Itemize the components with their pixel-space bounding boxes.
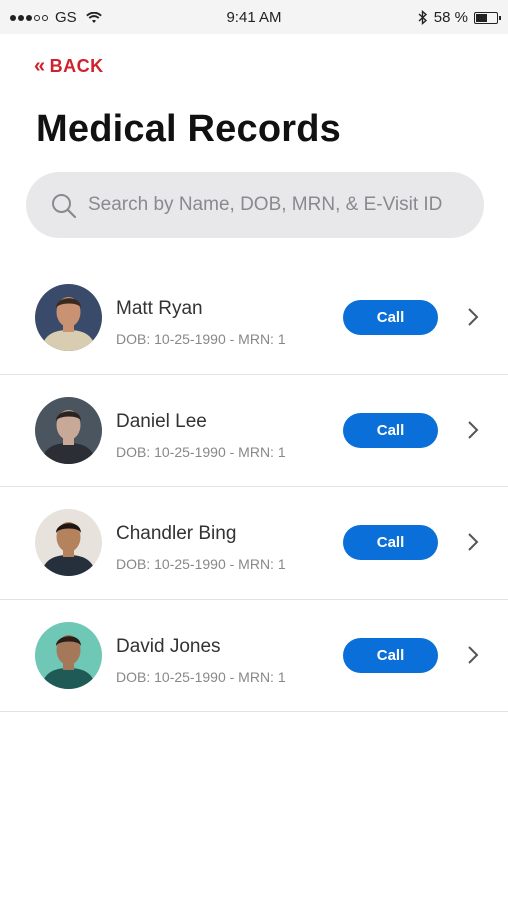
patient-details: DOB: 10-25-1990 - MRN: 1: [116, 443, 286, 460]
status-right: 58 %: [418, 9, 501, 26]
patient-details: DOB: 10-25-1990 - MRN: 1: [116, 556, 286, 572]
patient-name: Chandler Bing: [116, 523, 237, 544]
battery-level: [476, 13, 487, 22]
avatar: [35, 284, 102, 351]
patient-list: Matt Ryan DOB: 10-25-1990 - MRN: 1 Call …: [0, 262, 508, 712]
chevron-right-icon[interactable]: [466, 419, 480, 441]
list-item[interactable]: Matt Ryan DOB: 10-25-1990 - MRN: 1 Call: [0, 262, 508, 375]
battery-percent: 58 %: [433, 9, 468, 26]
call-button[interactable]: Call: [343, 300, 438, 335]
list-item[interactable]: David Jones DOB: 10-25-1990 - MRN: 1 Cal…: [0, 600, 508, 712]
bluetooth-icon: [418, 10, 427, 25]
patient-name: David Jones: [116, 635, 221, 657]
chevron-right-icon[interactable]: [466, 531, 480, 553]
patient-details: DOB: 10-25-1990 - MRN: 1: [116, 668, 286, 685]
avatar-portrait: [35, 396, 102, 464]
search-input[interactable]: [88, 172, 478, 238]
search-bar[interactable]: [26, 172, 484, 238]
patient-name: Matt Ryan: [116, 298, 203, 319]
back-button[interactable]: « BACK: [34, 56, 104, 77]
list-item[interactable]: Chandler Bing DOB: 10-25-1990 - MRN: 1 C…: [0, 487, 508, 600]
back-label: BACK: [49, 56, 104, 76]
avatar: [35, 396, 102, 464]
call-button[interactable]: Call: [343, 412, 438, 448]
list-item[interactable]: Daniel Lee DOB: 10-25-1990 - MRN: 1 Call: [0, 375, 508, 487]
avatar-portrait: [35, 621, 102, 689]
battery-icon: [474, 11, 501, 24]
status-bar: GS 9:41 AM 58 %: [0, 0, 508, 34]
double-chevron-left-icon: «: [34, 54, 46, 77]
chevron-right-icon[interactable]: [466, 306, 480, 328]
page-title: Medical Records: [36, 108, 341, 150]
avatar-portrait: [35, 284, 102, 351]
chevron-right-icon[interactable]: [466, 644, 480, 666]
call-button[interactable]: Call: [343, 525, 438, 560]
search-icon: [52, 194, 77, 219]
patient-name: Daniel Lee: [116, 410, 207, 432]
call-button[interactable]: Call: [343, 637, 438, 673]
avatar-portrait: [35, 509, 102, 576]
patient-details: DOB: 10-25-1990 - MRN: 1: [116, 331, 286, 347]
avatar: [35, 621, 102, 689]
avatar: [35, 509, 102, 576]
